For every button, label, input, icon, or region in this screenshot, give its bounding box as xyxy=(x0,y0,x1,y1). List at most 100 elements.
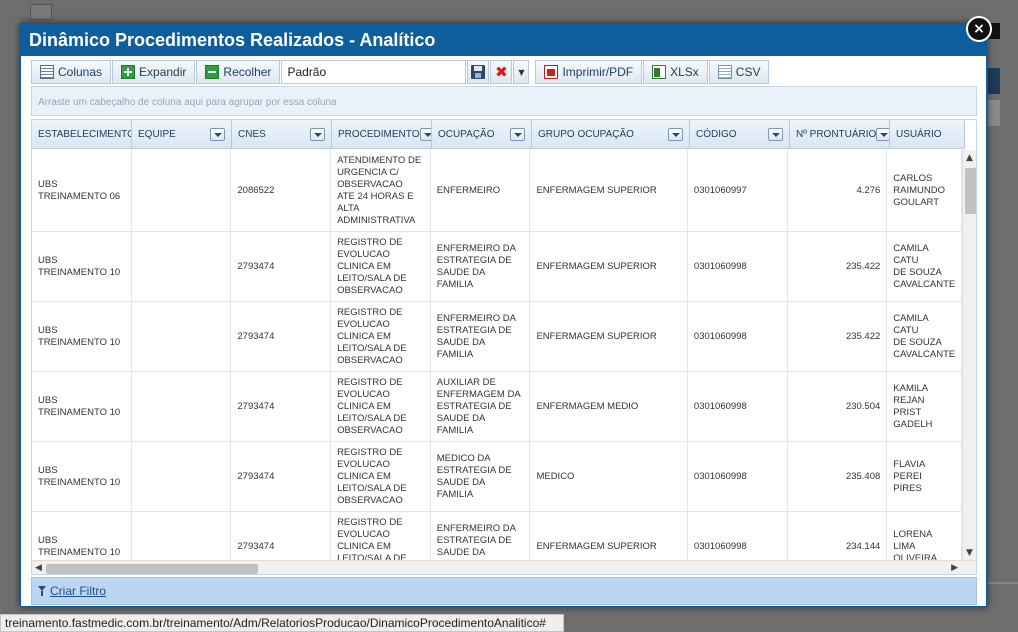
cell-usuario: CAMILA CATU DE SOUZA CAVALCANTE xyxy=(887,232,962,301)
cell-procedimento: REGISTRO DE EVOLUCAO CLINICA EM LEITO/SA… xyxy=(331,232,431,301)
column-header-label: EQUIPE xyxy=(138,129,176,140)
column-header-label: CÓDIGO xyxy=(696,129,737,140)
collapse-button-label: Recolher xyxy=(223,65,272,79)
filter-dropdown-icon[interactable] xyxy=(876,128,889,141)
column-header-grupo-ocupacao[interactable]: GRUPO OCUPAÇÃO xyxy=(532,120,690,149)
cell-estabelecimento: UBS TREINAMENTO 10 xyxy=(32,442,132,511)
table-row[interactable]: UBS TREINAMENTO 10 2793474 REGISTRO DE E… xyxy=(32,512,962,560)
save-icon xyxy=(471,65,486,79)
close-modal-button[interactable]: × xyxy=(966,16,992,42)
cell-estabelecimento: UBS TREINAMENTO 10 xyxy=(32,232,132,301)
table-row[interactable]: UBS TREINAMENTO 06 2086522 ATENDIMENTO D… xyxy=(32,150,962,232)
filter-dropdown-icon[interactable] xyxy=(768,128,783,141)
filter-dropdown-icon[interactable] xyxy=(668,128,683,141)
scroll-right-icon[interactable]: ▶ xyxy=(951,563,958,573)
group-by-panel[interactable]: Arraste um cabeçalho de coluna aqui para… xyxy=(31,86,977,116)
csv-icon xyxy=(717,65,732,79)
filter-dropdown-icon[interactable] xyxy=(419,128,431,141)
cell-ocupacao: MEDICO DA ESTRATEGIA DE SAUDE DA FAMILIA xyxy=(431,442,531,511)
create-filter-link[interactable]: Criar Filtro xyxy=(50,584,106,598)
cell-procedimento: REGISTRO DE EVOLUCAO CLINICA EM LEITO/SA… xyxy=(331,302,431,371)
cell-prontuario: 230.504 xyxy=(788,372,888,441)
vertical-scrollbar[interactable]: ▲ ▼ xyxy=(962,150,976,560)
grid-header: ESTABELECIMENTO EQUIPE CNES PROCEDIMENTO… xyxy=(32,120,965,149)
export-xlsx-button[interactable]: XLSx xyxy=(643,60,708,84)
cell-estabelecimento: UBS TREINAMENTO 06 xyxy=(32,150,132,231)
browser-status-bar: treinamento.fastmedic.com.br/treinamento… xyxy=(0,614,564,632)
columns-button[interactable]: Colunas xyxy=(31,60,112,84)
column-header-label: USUÁRIO xyxy=(896,129,942,140)
expand-icon xyxy=(121,65,136,79)
columns-icon xyxy=(40,65,54,79)
horizontal-scroll-thumb[interactable] xyxy=(46,564,258,574)
cell-codigo: 0301060998 xyxy=(688,442,788,511)
column-header-label: GRUPO OCUPAÇÃO xyxy=(538,129,634,140)
table-row[interactable]: UBS TREINAMENTO 10 2793474 REGISTRO DE E… xyxy=(32,302,962,372)
delete-layout-button[interactable]: ✖ xyxy=(490,60,513,84)
save-layout-button[interactable] xyxy=(467,60,490,84)
column-header-ocupacao[interactable]: OCUPAÇÃO xyxy=(432,120,532,149)
table-row[interactable]: UBS TREINAMENTO 10 2793474 REGISTRO DE E… xyxy=(32,372,962,442)
column-header-equipe[interactable]: EQUIPE xyxy=(132,120,232,149)
export-xlsx-label: XLSx xyxy=(670,65,699,79)
group-by-hint: Arraste um cabeçalho de coluna aqui para… xyxy=(38,97,337,108)
column-header-label: OCUPAÇÃO xyxy=(438,129,495,140)
cell-ocupacao: AUXILIAR DE ENFERMAGEM DA ESTRATEGIA DE … xyxy=(431,372,531,441)
cell-prontuario: 235.422 xyxy=(788,302,888,371)
cell-usuario: CARLOS RAIMUNDO GOULART xyxy=(887,150,962,231)
column-header-label: CNES xyxy=(238,129,266,140)
column-header-codigo[interactable]: CÓDIGO xyxy=(690,120,790,149)
cell-estabelecimento: UBS TREINAMENTO 10 xyxy=(32,372,132,441)
chevron-down-icon: ▼ xyxy=(518,67,525,77)
column-header-estabelecimento[interactable]: ESTABELECIMENTO xyxy=(32,120,132,149)
report-modal: Dinâmico Procedimentos Realizados - Anal… xyxy=(20,23,987,607)
pdf-icon xyxy=(544,65,559,79)
cell-prontuario: 234.144 xyxy=(788,512,888,560)
cell-ocupacao: ENFERMEIRO DA ESTRATEGIA DE SAUDE DA FAM… xyxy=(431,232,531,301)
cell-procedimento: REGISTRO DE EVOLUCAO CLINICA EM LEITO/SA… xyxy=(331,372,431,441)
column-header-prontuario[interactable]: Nº PRONTUÁRIO xyxy=(790,120,890,149)
collapse-icon xyxy=(205,65,220,79)
cell-cnes: 2793474 xyxy=(231,442,332,511)
print-pdf-button[interactable]: Imprimir/PDF xyxy=(535,60,643,84)
filter-dropdown-icon[interactable] xyxy=(210,128,225,141)
scroll-left-icon[interactable]: ◀ xyxy=(35,563,42,573)
filter-dropdown-icon[interactable] xyxy=(510,128,525,141)
collapse-button[interactable]: Recolher xyxy=(196,60,281,84)
expand-button[interactable]: Expandir xyxy=(112,60,196,84)
cell-grupo-ocupacao: ENFERMAGEM SUPERIOR xyxy=(530,232,688,301)
column-header-cnes[interactable]: CNES xyxy=(232,120,332,149)
cell-codigo: 0301060998 xyxy=(688,512,788,560)
cell-cnes: 2086522 xyxy=(231,150,332,231)
cell-equipe xyxy=(132,372,232,441)
cell-equipe xyxy=(132,232,232,301)
column-header-label: PROCEDIMENTO xyxy=(338,129,420,140)
table-row[interactable]: UBS TREINAMENTO 10 2793474 REGISTRO DE E… xyxy=(32,442,962,512)
export-csv-button[interactable]: CSV xyxy=(708,60,770,84)
cell-usuario: FLAVIA PEREI PIRES xyxy=(887,442,962,511)
cell-codigo: 0301060998 xyxy=(688,302,788,371)
cell-cnes: 2793474 xyxy=(231,302,332,371)
grid-toolbar: Colunas Expandir Recolher Padrão ✖ ▼ Imp… xyxy=(31,60,770,84)
table-row[interactable]: UBS TREINAMENTO 10 2793474 REGISTRO DE E… xyxy=(32,232,962,302)
cell-usuario: KAMILA REJAN PRIST GADELH xyxy=(887,372,962,441)
column-header-label: Nº PRONTUÁRIO xyxy=(796,129,877,140)
grid-body: UBS TREINAMENTO 06 2086522 ATENDIMENTO D… xyxy=(32,150,962,560)
columns-button-label: Colunas xyxy=(58,65,103,79)
filter-dropdown-icon[interactable] xyxy=(310,128,325,141)
scroll-down-icon[interactable]: ▼ xyxy=(966,548,973,558)
cell-codigo: 0301060997 xyxy=(688,150,788,231)
layout-dropdown-button[interactable]: ▼ xyxy=(513,60,530,84)
horizontal-scrollbar[interactable]: ◀ ▶ xyxy=(32,560,976,574)
cell-equipe xyxy=(132,302,232,371)
modal-title: Dinâmico Procedimentos Realizados - Anal… xyxy=(29,29,436,50)
data-grid: ESTABELECIMENTO EQUIPE CNES PROCEDIMENTO… xyxy=(31,119,977,575)
layout-select[interactable]: Padrão xyxy=(281,60,467,84)
cell-cnes: 2793474 xyxy=(231,372,332,441)
scroll-up-icon[interactable]: ▲ xyxy=(966,153,973,163)
vertical-scroll-thumb[interactable] xyxy=(965,168,976,214)
cell-ocupacao: ENFERMEIRO DA ESTRATEGIA DE SAUDE DA FAM… xyxy=(431,512,531,560)
column-header-procedimento[interactable]: PROCEDIMENTO xyxy=(332,120,432,149)
column-header-usuario[interactable]: USUÁRIO xyxy=(890,120,965,149)
cell-estabelecimento: UBS TREINAMENTO 10 xyxy=(32,512,132,560)
